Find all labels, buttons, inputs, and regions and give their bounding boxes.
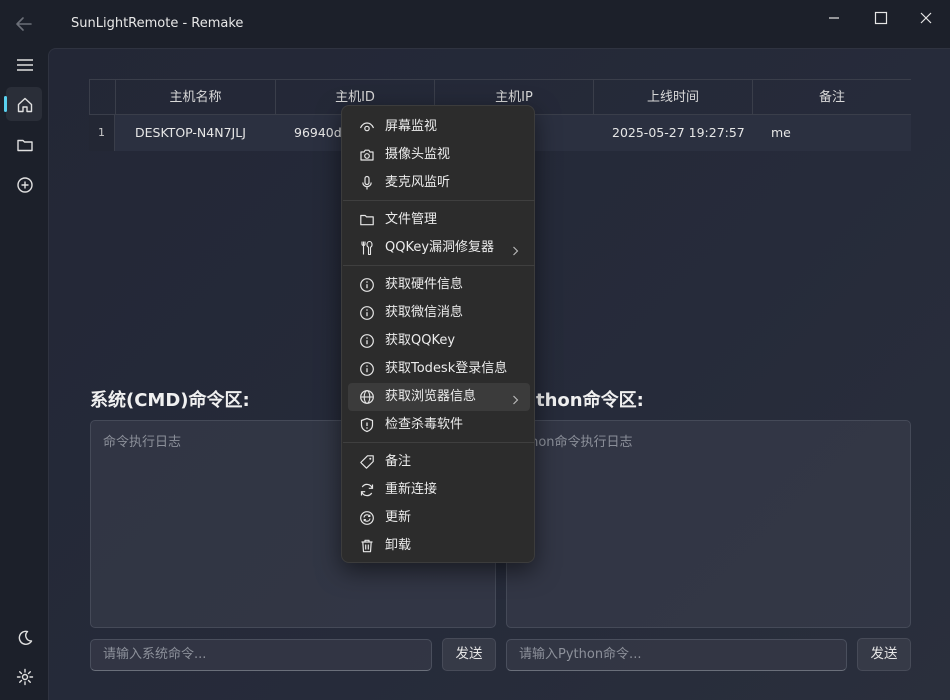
menu-item-label: 检查杀毒软件 — [385, 417, 464, 432]
menu-item-screen-monitor[interactable]: 屏幕监视 — [348, 113, 530, 141]
menu-item-hardware-info[interactable]: 获取硬件信息 — [348, 271, 530, 299]
menu-item-label: 获取浏览器信息 — [385, 389, 477, 404]
sidebar — [0, 48, 48, 700]
hamburger-icon — [17, 59, 33, 71]
shield-icon — [359, 417, 375, 433]
window-title: SunLightRemote - Remake — [71, 16, 244, 31]
gear-icon — [16, 668, 34, 686]
menu-item-label: 屏幕监视 — [385, 119, 438, 134]
row-number: 1 — [89, 115, 115, 151]
menu-item-label: 获取硬件信息 — [385, 277, 464, 292]
menu-item-label: 卸载 — [385, 538, 412, 553]
python-input[interactable]: 请输入Python命令... — [506, 639, 847, 671]
menu-item-label: 获取Todesk登录信息 — [385, 361, 508, 376]
microphone-icon — [359, 175, 375, 191]
menu-item-label: 获取微信消息 — [385, 305, 464, 320]
sidebar-item-add[interactable] — [6, 167, 42, 201]
menu-item-update[interactable]: 更新 — [348, 504, 530, 532]
title-bar: SunLightRemote - Remake — [0, 0, 950, 48]
home-icon — [17, 97, 33, 113]
menu-item-note[interactable]: 备注 — [348, 448, 530, 476]
trash-icon — [359, 538, 375, 554]
menu-item-label: 文件管理 — [385, 212, 438, 227]
chevron-right-icon — [510, 391, 520, 405]
header-corner — [89, 80, 115, 115]
python-send-button[interactable]: 发送 — [857, 638, 911, 671]
chevron-right-icon — [510, 242, 520, 256]
cell-online-time: 2025-05-27 19:27:57 — [612, 125, 745, 140]
menu-item-reconnect[interactable]: 重新连接 — [348, 476, 530, 504]
minimize-button[interactable] — [818, 6, 850, 30]
menu-item-label: 获取QQKey — [385, 333, 456, 348]
folder-icon — [359, 212, 375, 228]
close-button[interactable] — [910, 6, 942, 30]
menu-item-label: 更新 — [385, 510, 412, 525]
menu-toggle-button[interactable] — [6, 48, 42, 82]
menu-item-browser-info[interactable]: 获取浏览器信息 — [348, 383, 530, 411]
menu-item-label: 重新连接 — [385, 482, 438, 497]
eye-icon — [359, 119, 375, 135]
cmd-send-button[interactable]: 发送 — [442, 638, 496, 671]
menu-separator — [343, 265, 535, 266]
menu-item-uninstall[interactable]: 卸载 — [348, 532, 530, 560]
maximize-button[interactable] — [865, 6, 897, 30]
tag-icon — [359, 454, 375, 470]
sidebar-item-files[interactable] — [6, 127, 42, 161]
menu-item-label: QQKey漏洞修复器 — [385, 240, 495, 255]
menu-item-label: 备注 — [385, 454, 412, 469]
info-icon — [359, 277, 375, 293]
menu-item-qqkey-fixer[interactable]: QQKey漏洞修复器 — [348, 234, 530, 262]
menu-item-label: 麦克风监听 — [385, 175, 451, 190]
back-arrow-icon[interactable] — [12, 12, 36, 36]
update-icon — [359, 510, 375, 526]
info-icon — [359, 361, 375, 377]
column-header-online-time[interactable]: 上线时间 — [593, 80, 752, 115]
sidebar-item-home[interactable] — [4, 87, 42, 121]
add-circle-icon — [17, 177, 33, 193]
reconnect-icon — [359, 482, 375, 498]
menu-item-microphone-listen[interactable]: 麦克风监听 — [348, 169, 530, 197]
menu-item-todesk-login[interactable]: 获取Todesk登录信息 — [348, 355, 530, 383]
info-icon — [359, 305, 375, 321]
column-header-note[interactable]: 备注 — [752, 80, 911, 115]
cmd-input[interactable]: 请输入系统命令... — [90, 639, 432, 671]
menu-item-camera-monitor[interactable]: 摄像头监视 — [348, 141, 530, 169]
cell-note: me — [771, 125, 791, 140]
cmd-section-title: 系统(CMD)命令区: — [90, 390, 250, 411]
host-context-menu: 屏幕监视 摄像头监视 麦克风监听 文件管理 QQKey漏洞修复器 获取硬件信息 … — [341, 105, 535, 563]
camera-icon — [359, 147, 375, 163]
tools-icon — [359, 240, 375, 256]
python-section-title: thon命令区: — [536, 390, 644, 411]
column-header-name[interactable]: 主机名称 — [115, 80, 275, 115]
folder-icon — [17, 139, 33, 152]
menu-item-get-qqkey[interactable]: 获取QQKey — [348, 327, 530, 355]
menu-item-label: 摄像头监视 — [385, 147, 451, 162]
info-icon — [359, 333, 375, 349]
menu-item-antivirus-check[interactable]: 检查杀毒软件 — [348, 411, 530, 439]
settings-button[interactable] — [6, 659, 42, 693]
globe-icon — [359, 389, 375, 405]
python-log-area[interactable]: thon命令执行日志 — [506, 420, 911, 628]
menu-item-wechat-messages[interactable]: 获取微信消息 — [348, 299, 530, 327]
menu-separator — [343, 442, 535, 443]
cell-host-name: DESKTOP-N4N7JLJ — [135, 125, 246, 140]
menu-item-file-manager[interactable]: 文件管理 — [348, 206, 530, 234]
theme-toggle-button[interactable] — [6, 620, 42, 654]
menu-separator — [343, 200, 535, 201]
moon-icon — [18, 630, 33, 645]
app-window: SunLightRemote - Remake 主机名称 主机ID 主机IP 上… — [0, 0, 950, 700]
